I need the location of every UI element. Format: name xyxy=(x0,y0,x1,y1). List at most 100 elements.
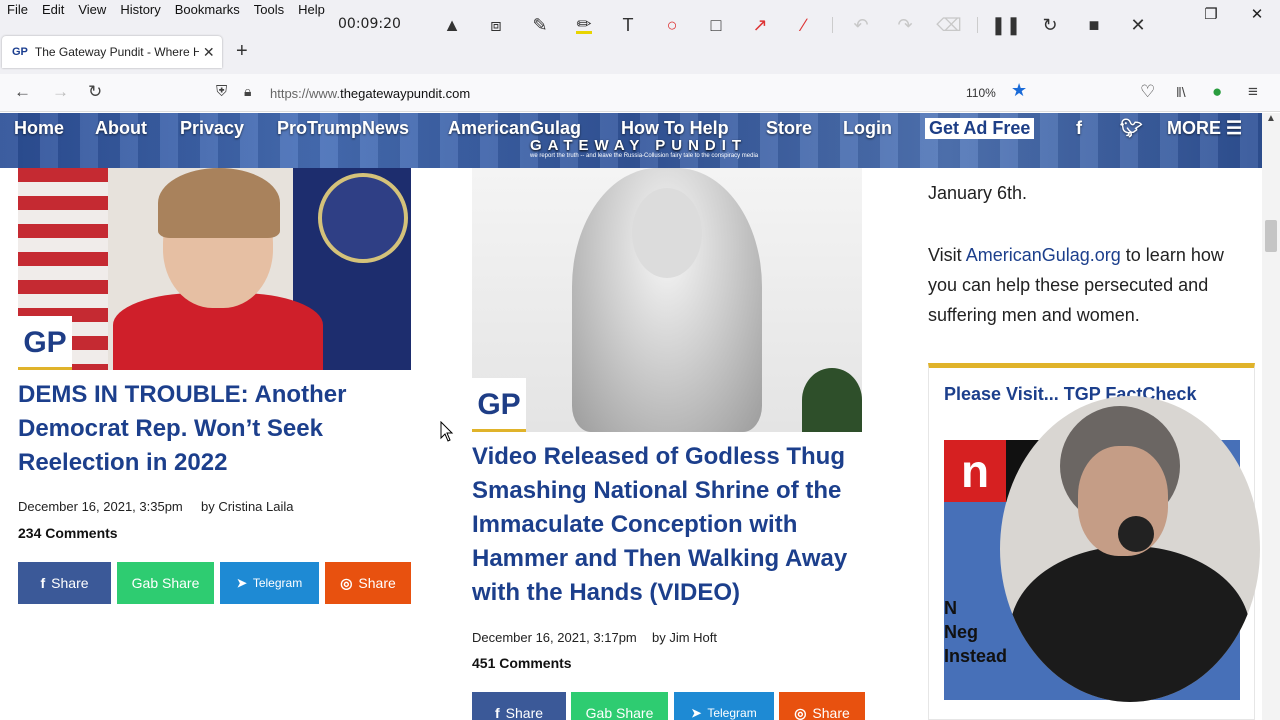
twitter-icon[interactable]: 🐦︎ xyxy=(1120,118,1143,139)
site-navigation: Home About Privacy ProTrumpNews American… xyxy=(0,113,1262,168)
pocket-icon[interactable]: ♡ xyxy=(1140,82,1155,102)
webcam-overlay xyxy=(1000,396,1260,702)
statue-face-graphic xyxy=(632,188,702,278)
nav-americangulag[interactable]: AmericanGulag xyxy=(448,118,581,139)
article-1-headline[interactable]: DEMS IN TROUBLE: Another Democrat Rep. W… xyxy=(18,378,398,480)
sidebar-gulag-blurb: Visit AmericanGulag.org to learn how you… xyxy=(928,240,1248,330)
stop-icon[interactable]: ■ xyxy=(1072,12,1116,38)
nav-home[interactable]: Home xyxy=(14,118,64,139)
scroll-up-arrow-icon[interactable]: ▲ xyxy=(1266,113,1276,124)
window-close-icon[interactable]: ✕ xyxy=(1234,0,1280,28)
undo-icon[interactable]: ↶ xyxy=(839,12,883,38)
menu-bookmarks[interactable]: Bookmarks xyxy=(174,2,241,17)
pen-icon[interactable]: ✎ xyxy=(518,12,562,38)
menu-bar: File Edit View History Bookmarks Tools H… xyxy=(6,2,326,17)
reload-icon[interactable]: ↻ xyxy=(88,82,102,102)
menu-tools[interactable]: Tools xyxy=(253,2,285,17)
visit-suffix: to learn how xyxy=(1125,245,1224,265)
restart-icon[interactable]: ↻ xyxy=(1028,12,1072,38)
menu-help[interactable]: Help xyxy=(297,2,326,17)
nav-about[interactable]: About xyxy=(95,118,147,139)
recorder-toolbar: ▲ ⧈ ✎ ✏ T ○ □ ↗ ∕ ↶ ↷ ⌫ ❚❚ ↻ ■ ✕ xyxy=(430,12,1160,38)
article-2-date: December 16, 2021, 3:17pm xyxy=(472,630,637,645)
other-share-button[interactable]: ◎ Share xyxy=(325,562,411,604)
gab-share-button[interactable]: Gab Share xyxy=(117,562,214,604)
article-1-comments[interactable]: 234 Comments xyxy=(18,525,118,541)
forward-icon[interactable]: → xyxy=(52,82,69,102)
site-favicon: GP xyxy=(12,46,28,58)
sidebar-text-fragment: January 6th. xyxy=(928,183,1028,203)
npr-logo-n: n xyxy=(944,440,1006,502)
circle-icon[interactable]: ○ xyxy=(650,12,694,38)
facebook-share-button[interactable]: f Share xyxy=(472,692,566,720)
arrow-icon[interactable]: ↗ xyxy=(738,12,782,38)
bookmark-star-icon[interactable]: ★ xyxy=(1011,80,1027,101)
share-label: Share xyxy=(812,705,850,720)
nav-login[interactable]: Login xyxy=(843,118,892,139)
screenshot-icon[interactable]: ⧈ xyxy=(474,12,518,38)
nav-privacy[interactable]: Privacy xyxy=(180,118,244,139)
pointer-icon[interactable]: ▲ xyxy=(430,12,474,38)
article-2-comments[interactable]: 451 Comments xyxy=(472,655,572,671)
text-icon[interactable]: T xyxy=(606,12,650,38)
other-share-button[interactable]: ◎ Share xyxy=(779,692,865,720)
nav-store[interactable]: Store xyxy=(766,118,812,139)
gab-share-button[interactable]: Gab Share xyxy=(571,692,668,720)
facebook-share-button[interactable]: f Share xyxy=(18,562,111,604)
nav-protrumpnews[interactable]: ProTrumpNews xyxy=(277,118,409,139)
restore-icon[interactable]: ❐ xyxy=(1188,0,1234,28)
hamburger-menu-icon[interactable]: ≡ xyxy=(1248,82,1258,102)
americangulag-link[interactable]: AmericanGulag.org xyxy=(966,245,1121,265)
get-ad-free-button[interactable]: Get Ad Free xyxy=(925,118,1035,139)
more-menu-button[interactable]: MORE ☰ xyxy=(1167,118,1242,139)
article-2-author[interactable]: by Jim Hoft xyxy=(652,630,717,645)
redo-icon[interactable]: ↷ xyxy=(883,12,927,38)
site-logo[interactable]: GATEWAY PUNDIT xyxy=(530,137,747,154)
highlighter-icon[interactable]: ✏ xyxy=(562,12,606,38)
article-1-image[interactable] xyxy=(18,168,411,370)
address-bar[interactable]: ⛨ 🔒︎ https://www.thegatewaypundit.com xyxy=(210,80,1040,106)
visit-line-2: you can help these persecuted and xyxy=(928,275,1209,295)
close-icon[interactable]: ✕ xyxy=(1116,12,1160,38)
menu-and-recorder-bar: File Edit View History Bookmarks Tools H… xyxy=(0,0,1280,36)
share-label: Telegram xyxy=(707,706,757,720)
tab-title: The Gateway Pundit - Where H... xyxy=(34,45,199,59)
navigation-bar: ← → ↻ ⛨ 🔒︎ https://www.thegatewaypundit.… xyxy=(0,74,1280,112)
menu-view[interactable]: View xyxy=(77,2,107,17)
menu-edit[interactable]: Edit xyxy=(41,2,65,17)
window-controls: ❐ ✕ xyxy=(1188,0,1280,28)
back-icon[interactable]: ← xyxy=(14,82,31,102)
facebook-icon: f xyxy=(494,705,500,720)
telegram-share-button[interactable]: ➤ Telegram xyxy=(674,692,774,720)
menu-file[interactable]: File xyxy=(6,2,29,17)
scrollbar-thumb[interactable] xyxy=(1265,220,1277,252)
library-icon[interactable]: ‖\ xyxy=(1176,84,1186,100)
nav-how-to-help[interactable]: How To Help xyxy=(621,118,729,139)
url-text: https://www.thegatewaypundit.com xyxy=(270,86,470,101)
microphone-graphic xyxy=(1118,516,1154,552)
facebook-icon[interactable]: f xyxy=(1076,118,1082,139)
zoom-level[interactable]: 110% xyxy=(966,86,996,100)
clear-icon[interactable]: ⌫ xyxy=(927,12,971,38)
telegram-share-button[interactable]: ➤ Telegram xyxy=(220,562,319,604)
lock-icon[interactable]: 🔒︎ xyxy=(244,83,251,100)
line-icon[interactable]: ∕ xyxy=(782,12,826,38)
extension-icon[interactable]: ● xyxy=(1212,82,1222,102)
telegram-icon: ➤ xyxy=(236,576,247,590)
sidebar-headline-line-1: N xyxy=(944,598,957,618)
share-label: Share xyxy=(505,705,544,720)
article-2-image[interactable] xyxy=(472,168,862,432)
pause-icon[interactable]: ❚❚ xyxy=(984,12,1028,38)
article-1-author[interactable]: by Cristina Laila xyxy=(201,499,294,514)
menu-history[interactable]: History xyxy=(119,2,161,17)
tab-close-icon[interactable]: ✕ xyxy=(203,44,215,61)
article-2-headline[interactable]: Video Released of Godless Thug Smashing … xyxy=(472,440,872,610)
rectangle-icon[interactable]: □ xyxy=(694,12,738,38)
gp-badge: GP xyxy=(472,378,526,432)
hair-graphic xyxy=(158,168,280,238)
scrollbar-track[interactable] xyxy=(1262,113,1280,720)
tracking-shield-icon[interactable]: ⛨ xyxy=(216,83,227,100)
browser-tab[interactable]: GP The Gateway Pundit - Where H... ✕ xyxy=(2,36,222,68)
sidebar-headline[interactable]: N Neg Instead xyxy=(944,596,1007,668)
new-tab-icon[interactable]: + xyxy=(236,40,248,63)
